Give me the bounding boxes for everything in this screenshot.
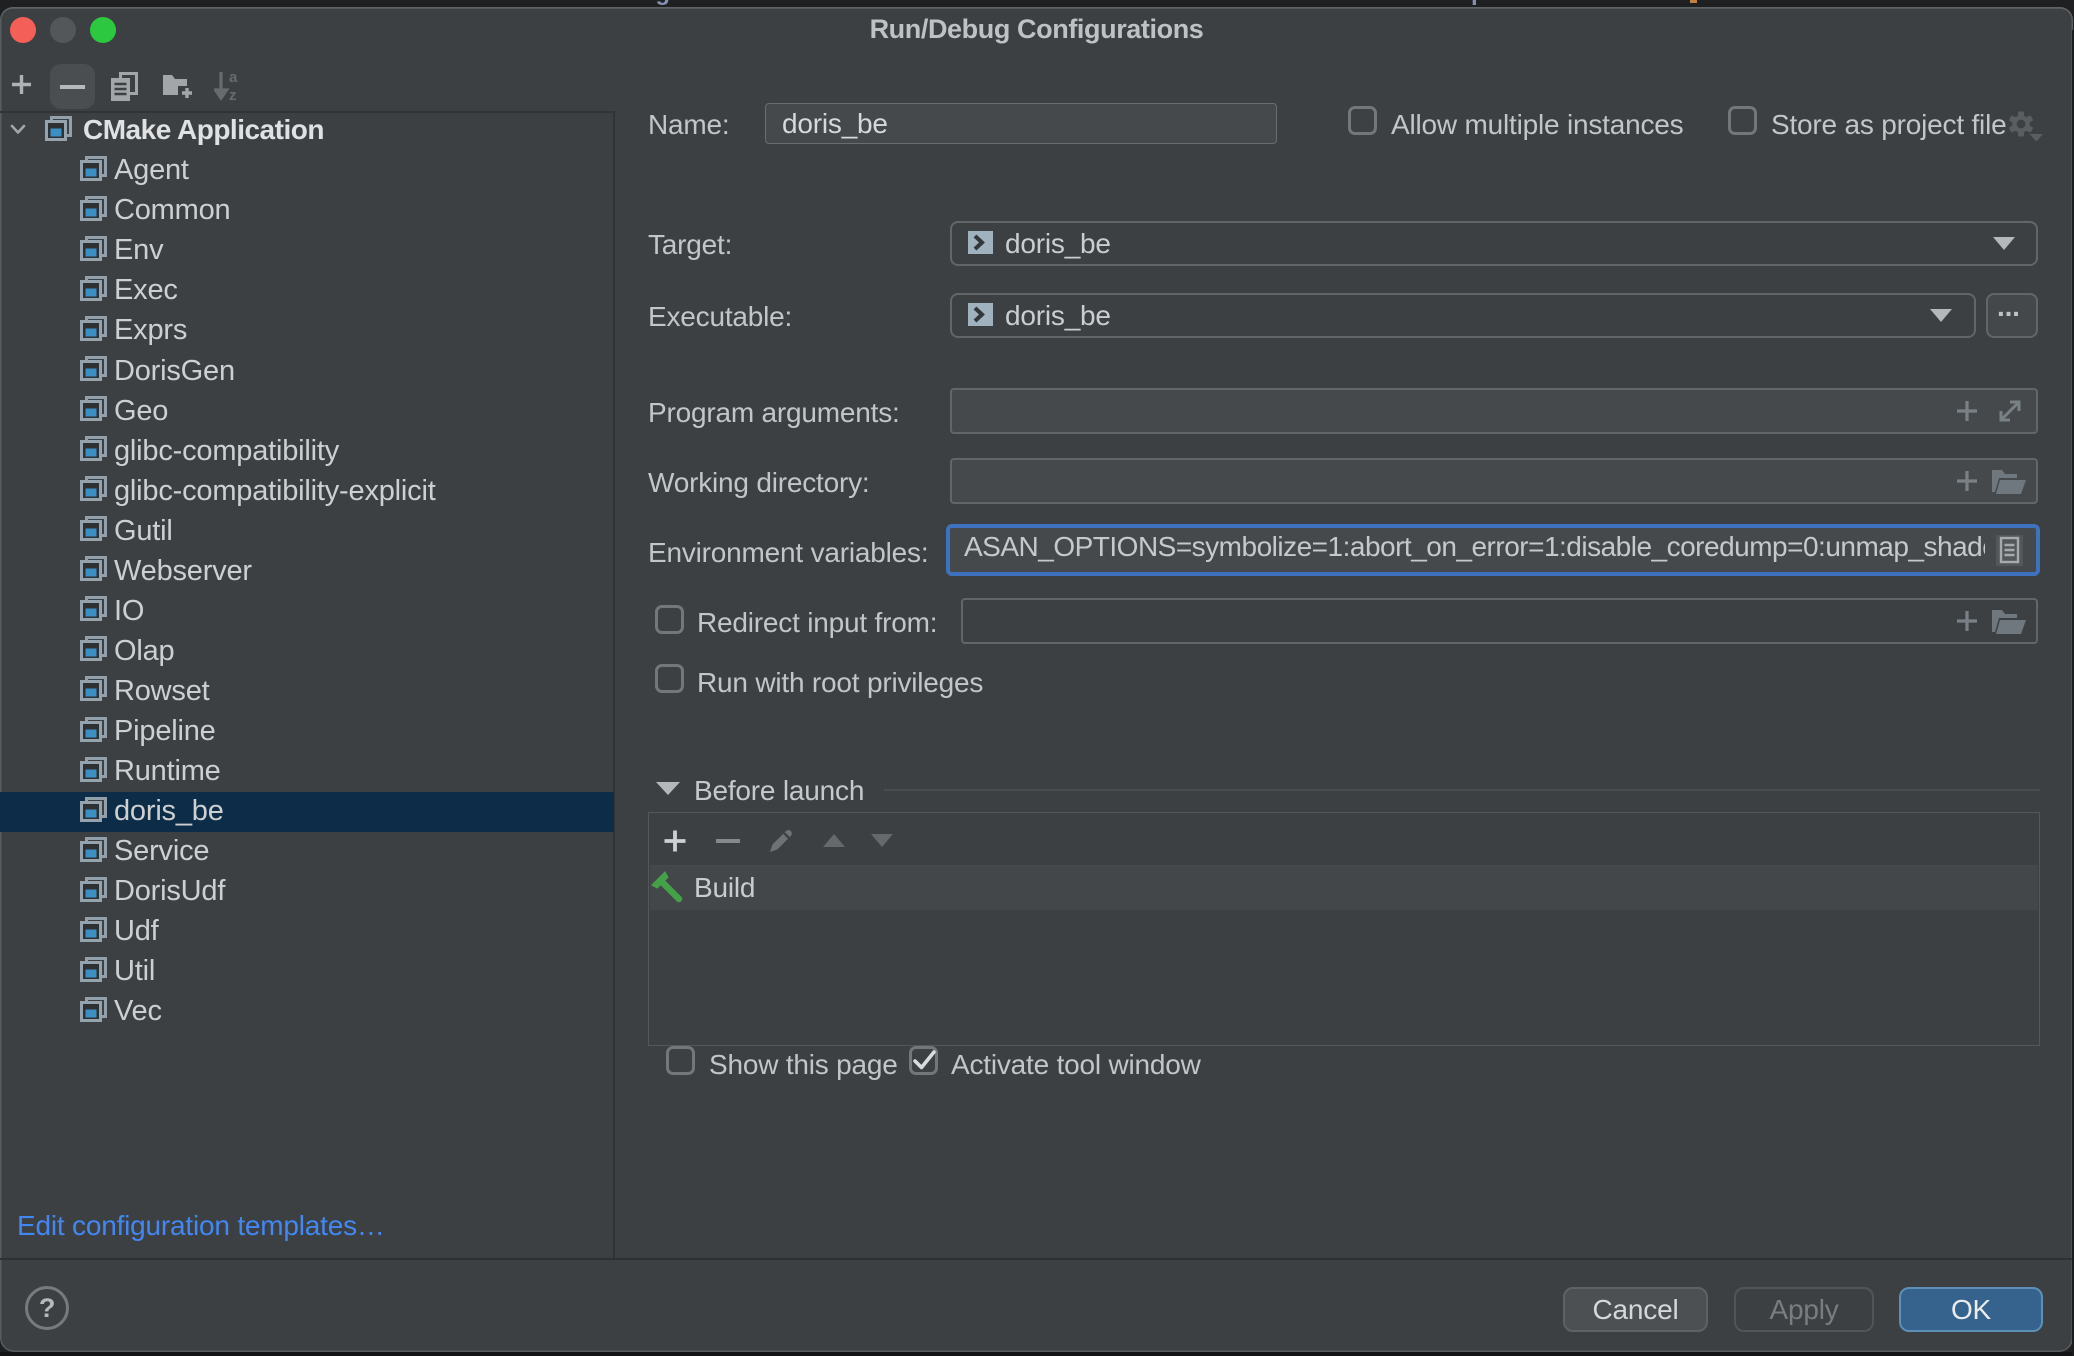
svg-text:a: a — [229, 70, 238, 86]
svg-text:z: z — [229, 87, 236, 101]
